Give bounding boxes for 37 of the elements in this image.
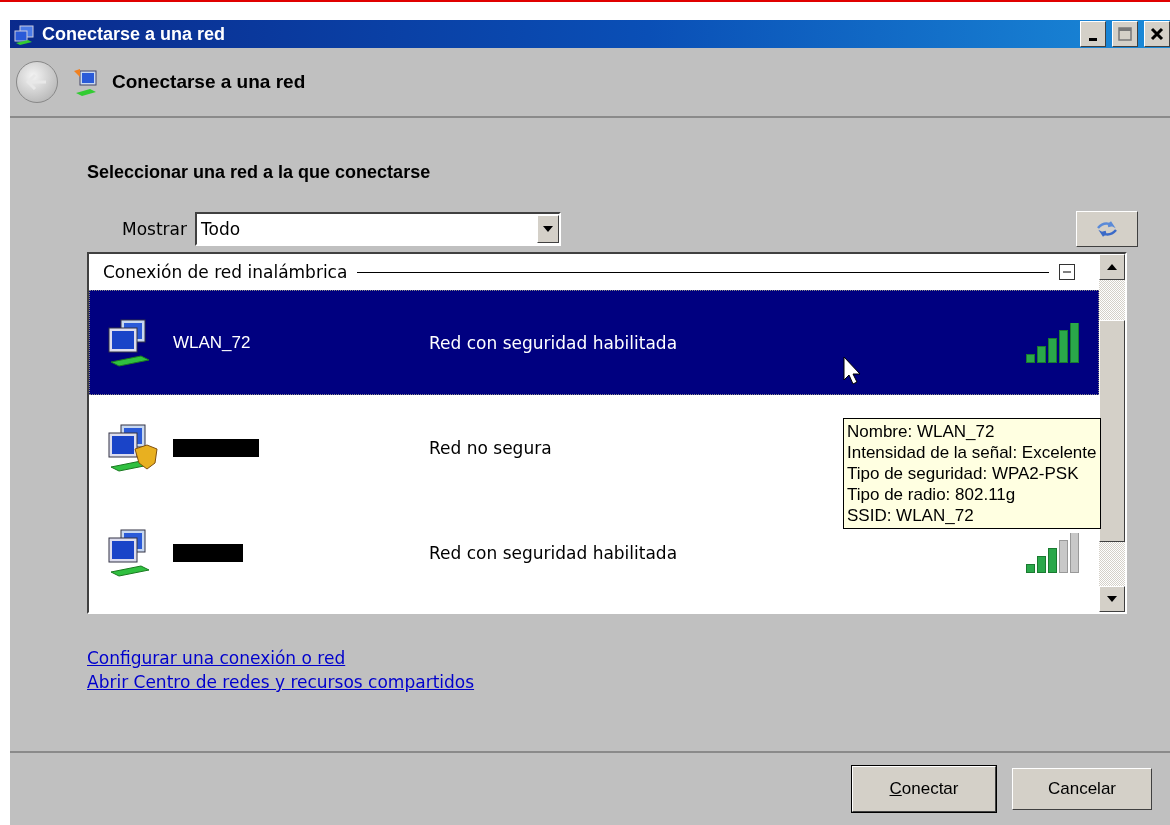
maximize-button[interactable] <box>1112 21 1138 47</box>
network-icon <box>14 23 36 45</box>
back-button[interactable] <box>16 61 58 103</box>
close-icon <box>1150 27 1164 41</box>
minimize-button[interactable] <box>1080 21 1106 47</box>
tooltip-line: SSID: WLAN_72 <box>847 505 975 526</box>
refresh-icon <box>1096 220 1118 238</box>
window-title: Conectarse a una red <box>42 23 227 45</box>
page-title: Conectarse a una red <box>112 71 306 93</box>
cancel-button[interactable]: Cancelar <box>1012 768 1152 810</box>
maximize-icon <box>1118 27 1132 41</box>
tooltip-line: Tipo de seguridad: WPA2-PSK <box>847 463 1080 484</box>
link[interactable]: Configurar una conexión o red <box>87 648 346 668</box>
back-arrow-icon <box>26 74 48 90</box>
scroll-down-icon <box>1107 596 1117 602</box>
link[interactable]: Abrir Centro de redes y recursos compartidos <box>87 672 475 692</box>
scroll-up-icon <box>1107 264 1117 270</box>
network-status: Red no segura <box>429 437 552 458</box>
close-button[interactable] <box>1144 21 1170 47</box>
filter-dropdown[interactable]: Todo <box>195 212 561 246</box>
network-status: Red con seguridad habilitada <box>429 542 678 563</box>
mouse-pointer-icon <box>843 356 863 386</box>
connect-button[interactable]: Conectar <box>852 766 996 812</box>
selected-row-highlight[interactable]: WLAN_72 Red con seguridad habilitada <box>89 290 1099 395</box>
dropdown-arrow-icon <box>543 226 553 232</box>
refresh-button[interactable] <box>1076 211 1138 247</box>
network-name: WLAN_72 <box>173 332 251 352</box>
scrollbar[interactable] <box>1099 254 1125 612</box>
minimize-icon <box>1089 37 1097 41</box>
group-title: Conexión de red inalámbrica <box>103 262 348 282</box>
collapse-icon[interactable] <box>1059 264 1075 280</box>
network-status: Red con seguridad habilitada <box>429 332 678 353</box>
tooltip-line: Intensidad de la señal: Excelente <box>847 442 1097 463</box>
tooltip-line: Tipo de radio: 802.11g <box>847 484 1017 505</box>
tooltip-line: Nombre: WLAN_72 <box>847 421 996 442</box>
section-heading: Seleccionar una red a la que conectarse <box>87 162 432 183</box>
filter-label: Mostrar <box>122 219 187 239</box>
